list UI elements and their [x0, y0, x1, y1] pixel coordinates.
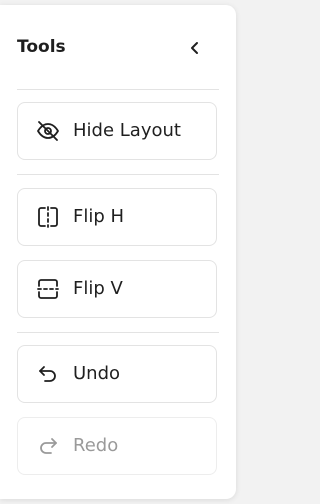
panel-header: Tools [0, 5, 236, 89]
eye-off-icon [36, 119, 60, 143]
divider [17, 89, 219, 90]
hide-layout-button[interactable]: Hide Layout [17, 102, 217, 160]
hide-layout-label: Hide Layout [73, 120, 181, 141]
redo-label: Redo [73, 435, 119, 456]
undo-icon [36, 362, 60, 386]
flip-v-button[interactable]: Flip V [17, 260, 217, 318]
redo-button[interactable]: Redo [17, 417, 217, 475]
undo-button[interactable]: Undo [17, 345, 217, 403]
flip-vertical-icon [36, 277, 60, 301]
tools-panel: Tools Hide Layout Flip H Flip V Undo Red… [0, 5, 236, 499]
collapse-button[interactable] [182, 35, 208, 61]
divider [17, 332, 219, 333]
divider [17, 174, 219, 175]
flip-h-label: Flip H [73, 206, 125, 227]
flip-h-button[interactable]: Flip H [17, 188, 217, 246]
flip-v-label: Flip V [73, 278, 123, 299]
chevron-left-icon [191, 42, 198, 54]
redo-icon [36, 434, 60, 458]
undo-label: Undo [73, 363, 121, 384]
panel-title: Tools [17, 37, 66, 57]
flip-horizontal-icon [36, 205, 60, 229]
